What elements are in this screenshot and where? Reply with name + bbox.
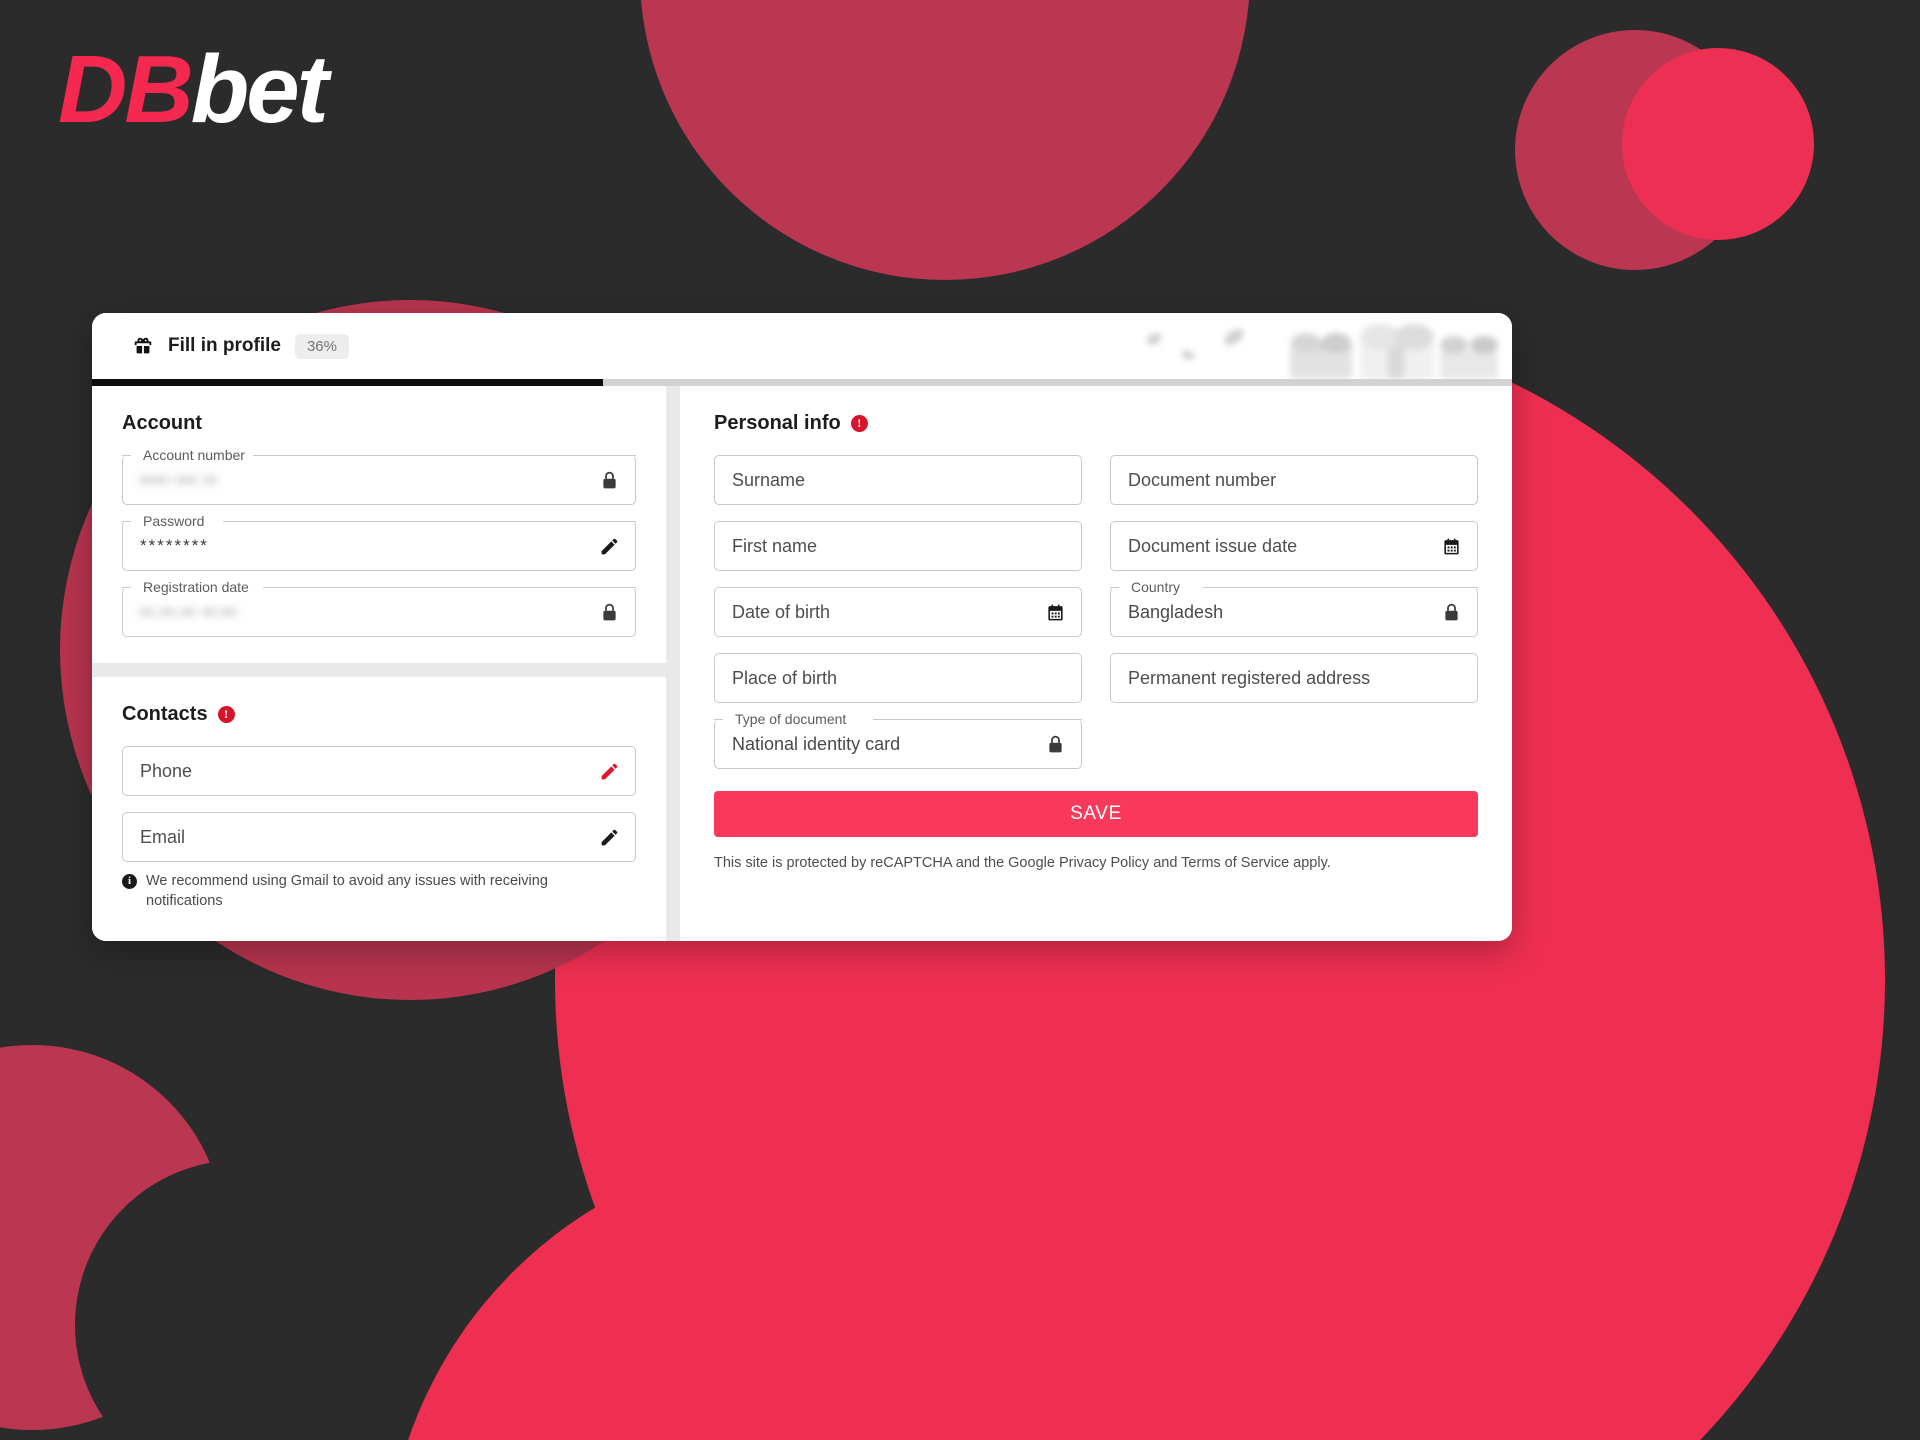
gift-icon [132, 335, 154, 357]
account-title-text: Account [122, 412, 202, 434]
save-button[interactable]: SAVE [714, 791, 1478, 837]
pencil-icon[interactable] [597, 825, 621, 849]
first-name-placeholder: First name [732, 535, 818, 556]
calendar-icon[interactable] [1043, 600, 1067, 624]
contacts-panel: Contacts ! Phone Email i We recommend us… [92, 677, 666, 941]
page-title: Fill in profile [168, 335, 281, 356]
registration-date-value: ••.••.•• ••:•• [140, 601, 238, 622]
personal-info-panel: Personal info ! Surname Document number [680, 386, 1512, 941]
date-of-birth-placeholder: Date of birth [732, 601, 831, 622]
logo-text-secondary: bet [190, 36, 329, 143]
country-field[interactable]: Country Bangladesh [1110, 579, 1478, 637]
permanent-address-placeholder: Permanent registered address [1128, 667, 1371, 688]
account-number-label: Account number [138, 447, 250, 464]
background-circle-top-bright [1622, 48, 1814, 240]
lock-icon [1043, 732, 1067, 756]
surname-field[interactable]: Surname [714, 455, 1082, 505]
permanent-address-field[interactable]: Permanent registered address [1110, 653, 1478, 703]
info-icon: i [122, 874, 137, 889]
contacts-title-text: Contacts [122, 703, 208, 725]
document-issue-date-placeholder: Document issue date [1128, 535, 1298, 556]
document-issue-date-field[interactable]: Document issue date [1110, 521, 1478, 571]
progress-percent-badge: 36% [294, 333, 349, 359]
grid-spacer [1110, 719, 1478, 785]
lock-icon [597, 600, 621, 624]
profile-card: Fill in profile 36% Account Account numb… [92, 313, 1512, 941]
country-label: Country [1126, 579, 1186, 596]
logo-text-primary: DB [58, 36, 194, 143]
card-header-left: Fill in profile 36% [132, 313, 349, 379]
calendar-icon[interactable] [1439, 534, 1463, 558]
place-of-birth-field[interactable]: Place of birth [714, 653, 1082, 703]
profile-completion-progressbar [92, 379, 1512, 386]
type-of-document-label: Type of document [730, 711, 852, 728]
document-number-field[interactable]: Document number [1110, 455, 1478, 505]
registration-date-label: Registration date [138, 579, 254, 596]
alert-icon: ! [850, 415, 868, 432]
registration-date-field[interactable]: Registration date ••.••.•• ••:•• [122, 579, 636, 637]
lock-icon [597, 468, 621, 492]
document-number-placeholder: Document number [1128, 469, 1277, 490]
email-placeholder: Email [140, 826, 186, 847]
recaptcha-disclaimer: This site is protected by reCAPTCHA and … [714, 855, 1331, 871]
pencil-icon[interactable] [597, 534, 621, 558]
brand-logo: DBbet [58, 42, 329, 138]
card-body: Account Account number •••• ••• •• Passw… [92, 386, 1512, 941]
personal-info-section-title: Personal info ! [714, 412, 1478, 435]
pencil-icon[interactable] [597, 759, 621, 783]
password-value: ******** [140, 536, 209, 555]
account-panel: Account Account number •••• ••• •• Passw… [92, 386, 666, 663]
alert-icon: ! [217, 706, 235, 723]
phone-field[interactable]: Phone [122, 746, 636, 796]
account-number-value: •••• ••• •• [140, 469, 218, 490]
lock-icon [1439, 600, 1463, 624]
phone-placeholder: Phone [140, 760, 193, 781]
gift-boxes-decoration-image [1092, 313, 1512, 379]
account-number-field[interactable]: Account number •••• ••• •• [122, 447, 636, 505]
password-label: Password [138, 513, 210, 530]
type-of-document-value: National identity card [732, 733, 901, 754]
left-column: Account Account number •••• ••• •• Passw… [92, 386, 666, 941]
progress-fill [92, 379, 604, 386]
email-recommendation-note: i We recommend using Gmail to avoid any … [122, 872, 552, 911]
country-value: Bangladesh [1128, 601, 1224, 622]
account-section-title: Account [122, 412, 636, 435]
card-header: Fill in profile 36% [92, 313, 1512, 379]
first-name-field[interactable]: First name [714, 521, 1082, 571]
right-column: Personal info ! Surname Document number [680, 386, 1512, 941]
background-circle-top-left [640, 0, 1250, 280]
page-root: DBbet Fill in profile 36% Account Accoun… [0, 0, 1920, 1440]
date-of-birth-field[interactable]: Date of birth [714, 587, 1082, 637]
personal-info-title-text: Personal info [714, 412, 841, 434]
place-of-birth-placeholder: Place of birth [732, 667, 838, 688]
password-field[interactable]: Password ******** [122, 513, 636, 571]
personal-info-grid: Surname Document number First name Docum… [714, 455, 1478, 785]
email-recommendation-text: We recommend using Gmail to avoid any is… [146, 873, 548, 909]
type-of-document-field[interactable]: Type of document National identity card [714, 711, 1082, 769]
contacts-section-title: Contacts ! [122, 703, 636, 726]
surname-placeholder: Surname [732, 469, 806, 490]
email-field[interactable]: Email [122, 812, 636, 862]
